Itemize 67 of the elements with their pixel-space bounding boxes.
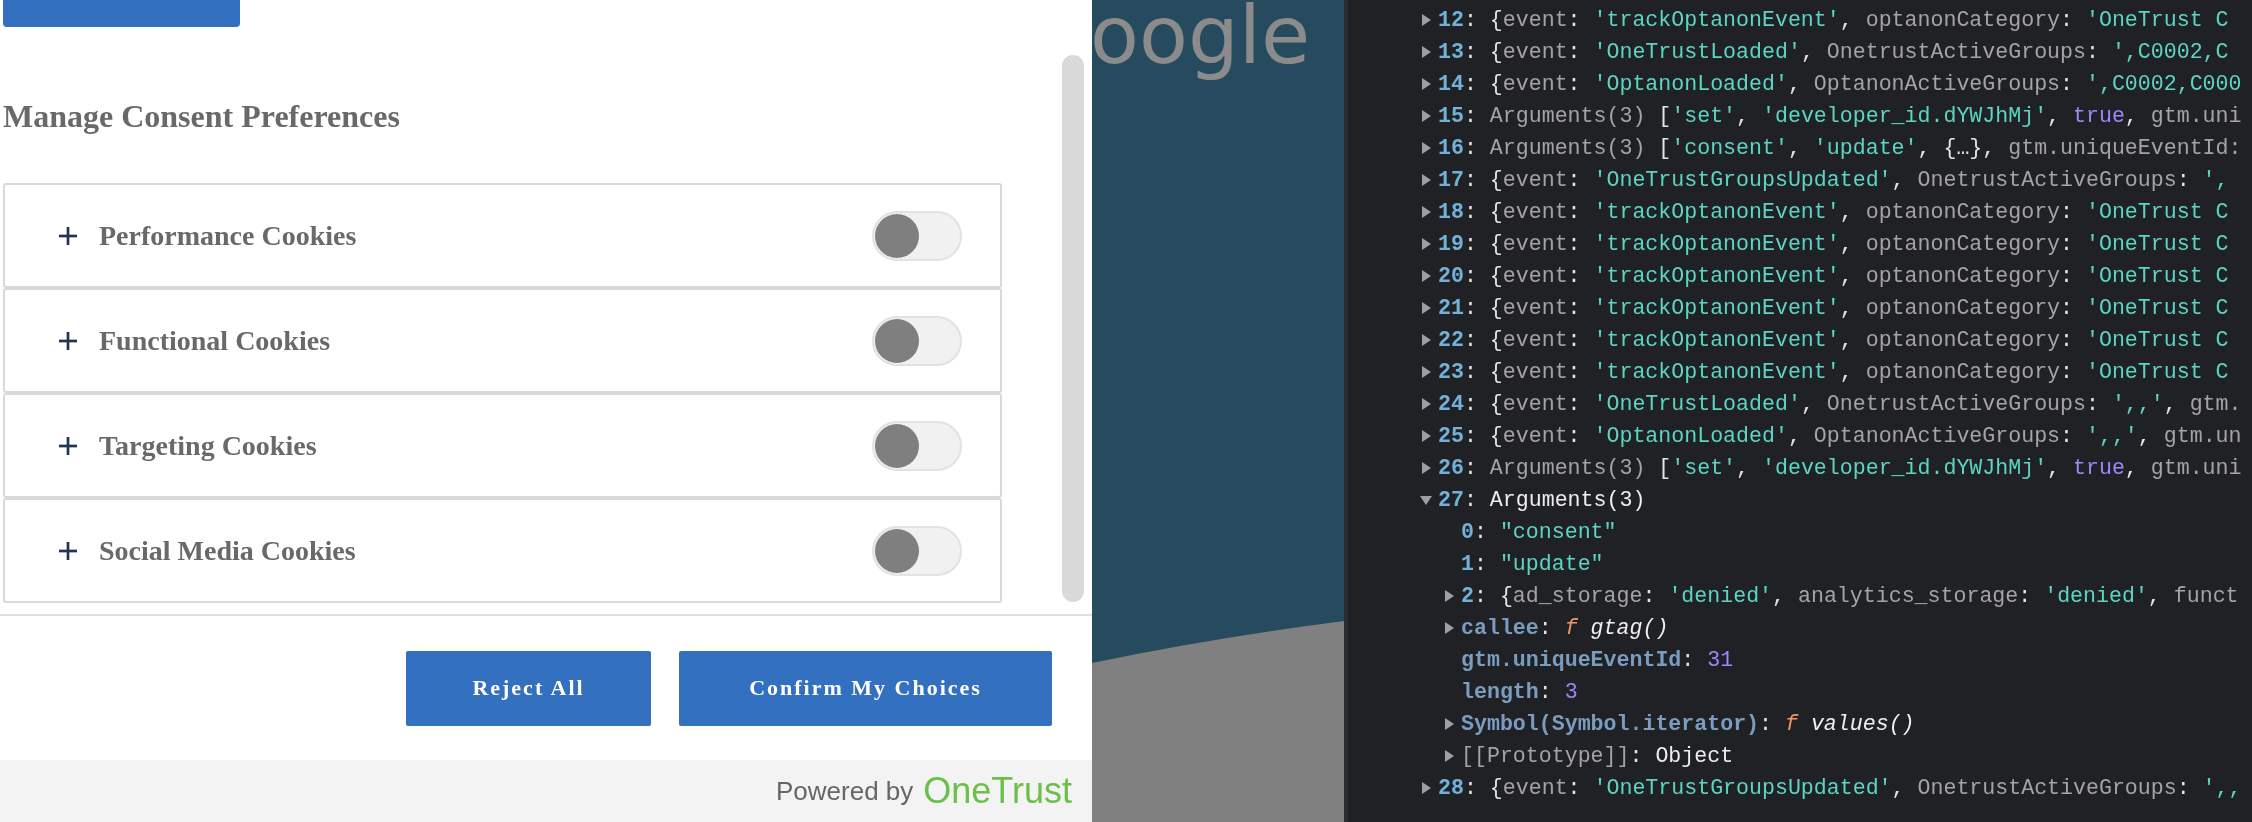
toggle-switch[interactable] [872, 315, 962, 366]
collapsed-triangle-icon[interactable] [1420, 430, 1432, 442]
console-line: 1: "update" [1461, 552, 1604, 576]
category-row[interactable]: Functional Cookies [3, 288, 1002, 393]
console-line: 27: Arguments(3) [1438, 488, 1646, 512]
action-button[interactable]: Confirm My Choices [679, 650, 1052, 726]
collapsed-triangle-icon[interactable] [1420, 782, 1432, 794]
console-line: 2: {ad_storage: 'denied', analytics_storage: 'denied', funct [1461, 584, 2239, 608]
collapsed-triangle-icon[interactable] [1420, 238, 1432, 250]
console-line: 24: {event: 'OneTrustLoaded', OnetrustActiveGroups: ',,', gtm. [1438, 392, 2242, 416]
console-line: 23: {event: 'trackOptanonEvent', optanonCategory: 'OneTrust C [1438, 360, 2229, 384]
console-line: gtm.uniqueEventId: 31 [1461, 648, 1734, 672]
console-line: 17: {event: 'OneTrustGroupsUpdated', OnetrustActiveGroups: ', [1438, 168, 2229, 192]
collapsed-triangle-icon[interactable] [1420, 398, 1432, 410]
console-line: 13: {event: 'OneTrustLoaded', OnetrustActiveGroups: ',C0002,C [1438, 40, 2229, 64]
collapsed-triangle-icon[interactable] [1420, 462, 1432, 474]
collapsed-triangle-icon[interactable] [1443, 718, 1455, 730]
category-label: Targeting Cookies [99, 429, 318, 462]
category-row[interactable]: Targeting Cookies [3, 393, 1002, 498]
plus-icon[interactable] [59, 331, 77, 350]
collapsed-triangle-icon[interactable] [1443, 750, 1455, 762]
collapsed-triangle-icon[interactable] [1420, 110, 1432, 122]
powered-by-text: Powered by [775, 775, 914, 807]
collapsed-triangle-icon[interactable] [1420, 302, 1432, 314]
toggle-switch[interactable] [872, 210, 962, 261]
console-line: 18: {event: 'trackOptanonEvent', optanonCategory: 'OneTrust C [1438, 200, 2229, 224]
console-line: [[Prototype]]: Object [1461, 744, 1734, 768]
collapsed-triangle-icon[interactable] [1420, 270, 1432, 282]
collapsed-triangle-icon[interactable] [1420, 334, 1432, 346]
console-line: 0: "consent" [1461, 520, 1617, 544]
collapsed-triangle-icon[interactable] [1420, 174, 1432, 186]
console-line: 16: Arguments(3) ['consent', 'update', {…}, gtm.uniqueEventId: [1438, 136, 2242, 160]
plus-icon[interactable] [59, 226, 77, 245]
console-line: 20: {event: 'trackOptanonEvent', optanonCategory: 'OneTrust C [1438, 264, 2229, 288]
collapsed-triangle-icon[interactable] [1420, 46, 1432, 58]
scrollbar-thumb[interactable] [1062, 55, 1084, 602]
toggle-switch[interactable] [872, 420, 962, 471]
section-heading: Manage Consent Preferences [3, 98, 401, 136]
category-label: Functional Cookies [99, 324, 332, 357]
console-line: 19: {event: 'trackOptanonEvent', optanonCategory: 'OneTrust C [1438, 232, 2229, 256]
collapsed-triangle-icon[interactable] [1420, 206, 1432, 218]
console-line: Symbol(Symbol.iterator): f values() [1461, 712, 1915, 736]
collapsed-triangle-icon[interactable] [1443, 590, 1455, 602]
console-line: 12: {event: 'trackOptanonEvent', optanonCategory: 'OneTrust C [1438, 8, 2229, 32]
action-button[interactable]: Reject All [406, 650, 651, 726]
expanded-triangle-icon[interactable] [1420, 494, 1432, 506]
toggle-switch[interactable] [872, 525, 962, 576]
console-line: 14: {event: 'OptanonLoaded', OptanonActiveGroups: ',C0002,C000 [1438, 72, 2242, 96]
console-line: 26: Arguments(3) ['set', 'developer_id.dYWJhMj', true, gtm.uni [1438, 456, 2242, 480]
collapsed-triangle-icon[interactable] [1420, 14, 1432, 26]
plus-icon[interactable] [59, 436, 77, 455]
console-line: callee: f gtag() [1461, 616, 1669, 640]
category-label: Performance Cookies [99, 219, 358, 252]
collapsed-triangle-icon[interactable] [1420, 142, 1432, 154]
plus-icon[interactable] [59, 541, 77, 560]
console-line: 21: {event: 'trackOptanonEvent', optanonCategory: 'OneTrust C [1438, 296, 2229, 320]
console-line: length: 3 [1461, 680, 1578, 704]
category-row[interactable]: Performance Cookies [3, 183, 1002, 288]
category-label: Social Media Cookies [99, 534, 357, 567]
console-line: 22: {event: 'trackOptanonEvent', optanonCategory: 'OneTrust C [1438, 328, 2229, 352]
collapsed-triangle-icon[interactable] [1443, 622, 1455, 634]
category-row[interactable]: Social Media Cookies [3, 498, 1002, 603]
collapsed-triangle-icon[interactable] [1420, 78, 1432, 90]
console-line: 28: {event: 'OneTrustGroupsUpdated', OnetrustActiveGroups: ',, [1438, 776, 2242, 800]
collapsed-triangle-icon[interactable] [1420, 366, 1432, 378]
console-line: 15: Arguments(3) ['set', 'developer_id.dYWJhMj', true, gtm.uni [1438, 104, 2242, 128]
console-line: 25: {event: 'OptanonLoaded', OptanonActiveGroups: ',,', gtm.un [1438, 424, 2242, 448]
